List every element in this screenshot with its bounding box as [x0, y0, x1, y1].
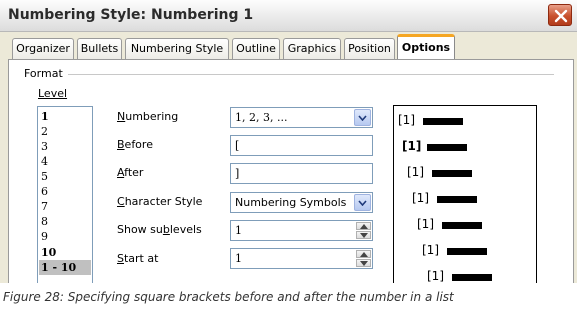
arrow-up-icon [360, 252, 368, 257]
level-item-selected[interactable]: 1 - 10 [39, 260, 91, 275]
level-item[interactable]: 8 [39, 214, 91, 229]
tab-organizer[interactable]: Organizer [12, 38, 74, 60]
show-sublevels-label: Show sublevels [117, 223, 202, 236]
level-item[interactable]: 3 [39, 139, 91, 154]
start-at-value: 1 [235, 252, 242, 265]
level-item[interactable]: 2 [39, 124, 91, 139]
after-field[interactable]: ] [230, 163, 373, 184]
arrow-down-icon [360, 233, 368, 238]
title-bar: Numbering Style: Numbering 1 [0, 0, 577, 32]
level-item[interactable]: 6 [39, 184, 91, 199]
level-item[interactable]: 1 [39, 109, 91, 124]
close-button[interactable] [548, 4, 572, 26]
character-style-value: Numbering Symbols [235, 196, 347, 209]
start-at-label: Start at [117, 252, 159, 265]
preview-number: [1] [398, 113, 415, 127]
level-label: Level [38, 87, 68, 100]
preview-number: [1] [422, 243, 439, 257]
tab-outline[interactable]: Outline [232, 38, 280, 60]
character-style-label: Character Style [117, 195, 203, 208]
preview-number: [1] [407, 165, 424, 179]
numbering-value: 1, 2, 3, ... [235, 111, 288, 124]
level-item[interactable]: 7 [39, 199, 91, 214]
numbering-dropdown-button[interactable] [354, 109, 371, 126]
tab-position[interactable]: Position [344, 38, 395, 60]
preview-text-line [442, 222, 482, 229]
preview-text-line [437, 196, 477, 203]
preview-number: [1] [402, 139, 422, 153]
preview-text-line [432, 170, 472, 177]
show-sublevels-spin-buttons[interactable] [356, 222, 371, 239]
before-field[interactable]: [ [230, 135, 373, 156]
character-style-dropdown-button[interactable] [354, 194, 371, 211]
spin-up-button[interactable] [356, 222, 371, 230]
format-divider [68, 74, 554, 75]
chevron-down-icon [358, 200, 367, 206]
tab-bullets[interactable]: Bullets [77, 38, 122, 60]
character-style-select[interactable]: Numbering Symbols [230, 192, 373, 213]
numbering-preview: [1] [1] [1] [1] [1] [1] [1] [393, 105, 537, 283]
start-at-spinner[interactable]: 1 [230, 248, 373, 269]
tab-options[interactable]: Options [397, 34, 455, 61]
show-sublevels-spinner[interactable]: 1 [230, 220, 373, 241]
spin-down-button[interactable] [356, 259, 371, 267]
show-sublevels-value: 1 [235, 224, 242, 237]
spin-down-button[interactable] [356, 231, 371, 239]
tab-strip: Organizer Bullets Numbering Style Outlin… [0, 32, 577, 61]
preview-number: [1] [417, 217, 434, 231]
before-value: [ [235, 139, 240, 152]
tab-graphics[interactable]: Graphics [283, 38, 341, 60]
start-at-spin-buttons[interactable] [356, 250, 371, 267]
chevron-down-icon [358, 115, 367, 121]
after-label: After [117, 166, 144, 179]
window-title: Numbering Style: Numbering 1 [8, 7, 254, 23]
numbering-select[interactable]: 1, 2, 3, ... [230, 107, 373, 128]
preview-number: [1] [427, 269, 444, 283]
close-icon [554, 9, 568, 23]
preview-text-line [447, 248, 487, 255]
level-item[interactable]: 10 [39, 245, 91, 260]
arrow-down-icon [360, 261, 368, 266]
dialog-window: Numbering Style: Numbering 1 Organizer B… [0, 0, 577, 283]
spin-up-button[interactable] [356, 250, 371, 258]
level-item[interactable]: 9 [39, 229, 91, 244]
after-value: ] [235, 167, 240, 180]
preview-text-line [423, 118, 463, 125]
figure-caption: Figure 28: Specifying square brackets be… [3, 290, 454, 304]
preview-number: [1] [412, 191, 429, 205]
tab-numbering-style[interactable]: Numbering Style [125, 38, 229, 60]
preview-text-line [452, 274, 492, 281]
level-list[interactable]: 1 2 3 4 5 6 7 8 9 10 1 - 10 [37, 106, 93, 283]
numbering-label: Numbering [117, 110, 179, 123]
preview-text-line [427, 144, 467, 151]
before-label: Before [117, 138, 153, 151]
arrow-up-icon [360, 224, 368, 229]
level-item[interactable]: 4 [39, 154, 91, 169]
level-item[interactable]: 5 [39, 169, 91, 184]
format-group-label: Format [24, 67, 63, 80]
